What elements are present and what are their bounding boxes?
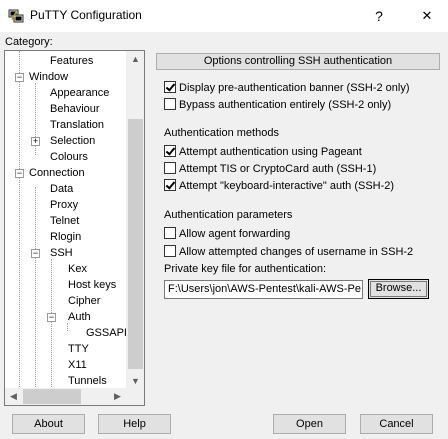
collapse-icon[interactable]: − [47, 313, 56, 322]
checkbox-unchecked-icon[interactable] [164, 162, 176, 175]
tree-item-auth[interactable]: Auth [68, 309, 91, 325]
tree-item-translation[interactable]: Translation [50, 117, 104, 133]
tree-item-features[interactable]: Features [50, 53, 93, 69]
tree-line [35, 187, 36, 387]
open-button[interactable]: Open [273, 414, 346, 434]
tree-item-x11[interactable]: X11 [68, 357, 87, 373]
tree-line [51, 259, 52, 389]
tree-item-window[interactable]: Window [29, 69, 68, 85]
private-key-file-input[interactable]: F:\Users\jon\AWS-Pentest\kali-AWS-Pe [164, 280, 363, 299]
cancel-button[interactable]: Cancel [360, 414, 433, 434]
scrollbar-thumb[interactable] [128, 119, 143, 369]
tree-item-host-keys[interactable]: Host keys [68, 277, 116, 293]
checkbox-checked-icon[interactable] [164, 145, 176, 158]
checkbox-checked-icon[interactable] [164, 81, 176, 94]
focus-ring [370, 281, 427, 297]
about-button[interactable]: About [12, 414, 85, 434]
tree-item-selection[interactable]: Selection [50, 133, 95, 149]
scrollbar-corner [127, 388, 144, 405]
tree-item-ssh[interactable]: SSH [50, 245, 73, 261]
display-banner-checkbox[interactable]: Display pre-authentication banner (SSH-2… [164, 81, 410, 95]
pageant-checkbox[interactable]: Attempt authentication using Pageant [164, 145, 362, 159]
scroll-down-icon[interactable]: ▼ [128, 376, 143, 386]
tree-item-tunnels[interactable]: Tunnels [68, 373, 107, 389]
agent-forwarding-checkbox[interactable]: Allow agent forwarding [164, 227, 290, 241]
scroll-right-icon[interactable]: ▶ [110, 391, 125, 402]
tree-item-data[interactable]: Data [50, 181, 73, 197]
title-bar: PuTTY Configuration ? ✕ [0, 0, 448, 32]
panel-header: Options controlling SSH authentication [156, 53, 440, 70]
help-button[interactable]: Help [98, 414, 171, 434]
tree-item-rlogin[interactable]: Rlogin [50, 229, 81, 245]
bypass-auth-checkbox[interactable]: Bypass authentication entirely (SSH-2 on… [164, 98, 391, 112]
username-change-checkbox[interactable]: Allow attempted changes of username in S… [164, 245, 413, 259]
collapse-icon[interactable]: − [31, 249, 40, 258]
expand-icon[interactable]: + [31, 137, 40, 146]
tree-item-appearance[interactable]: Appearance [50, 85, 109, 101]
category-tree[interactable]: Features − Window Appearance Behaviour T… [4, 50, 145, 406]
tree-item-telnet[interactable]: Telnet [50, 213, 79, 229]
checkbox-checked-icon[interactable] [164, 179, 176, 192]
scrollbar-thumb[interactable] [23, 389, 81, 404]
checkbox-unchecked-icon[interactable] [164, 245, 176, 258]
tree-horizontal-scrollbar[interactable]: ◀ ▶ [5, 388, 127, 405]
browse-button[interactable]: Browse... [368, 279, 429, 299]
help-icon[interactable]: ? [367, 5, 391, 27]
tree-item-connection[interactable]: Connection [29, 165, 85, 181]
close-icon[interactable]: ✕ [415, 5, 439, 27]
tree-vertical-scrollbar[interactable]: ▲ ▼ [126, 51, 144, 388]
tree-item-colours[interactable]: Colours [50, 149, 88, 165]
auth-methods-title: Authentication methods [164, 127, 279, 139]
putty-icon [8, 9, 24, 23]
scroll-left-icon[interactable]: ◀ [6, 391, 21, 402]
tree-line [19, 171, 20, 405]
tree-item-tty[interactable]: TTY [68, 341, 89, 357]
checkbox-unchecked-icon[interactable] [164, 98, 176, 111]
tree-item-behaviour[interactable]: Behaviour [50, 101, 100, 117]
window-title: PuTTY Configuration [30, 8, 142, 22]
tree-item-cipher[interactable]: Cipher [68, 293, 100, 309]
collapse-icon[interactable]: − [15, 169, 24, 178]
keyfile-label: Private key file for authentication: [164, 263, 327, 275]
auth-params-title: Authentication parameters [164, 209, 293, 221]
collapse-icon[interactable]: − [15, 73, 24, 82]
tis-checkbox[interactable]: Attempt TIS or CryptoCard auth (SSH-1) [164, 162, 376, 176]
checkbox-unchecked-icon[interactable] [164, 227, 176, 240]
tree-item-proxy[interactable]: Proxy [50, 197, 78, 213]
tree-item-kex[interactable]: Kex [68, 261, 87, 277]
scroll-up-icon[interactable]: ▲ [128, 54, 143, 64]
keyboard-interactive-checkbox[interactable]: Attempt "keyboard-interactive" auth (SSH… [164, 179, 394, 193]
category-label: Category: [5, 36, 53, 48]
tree-item-gssapi[interactable]: GSSAPI [86, 325, 127, 341]
tree-line [19, 51, 20, 171]
